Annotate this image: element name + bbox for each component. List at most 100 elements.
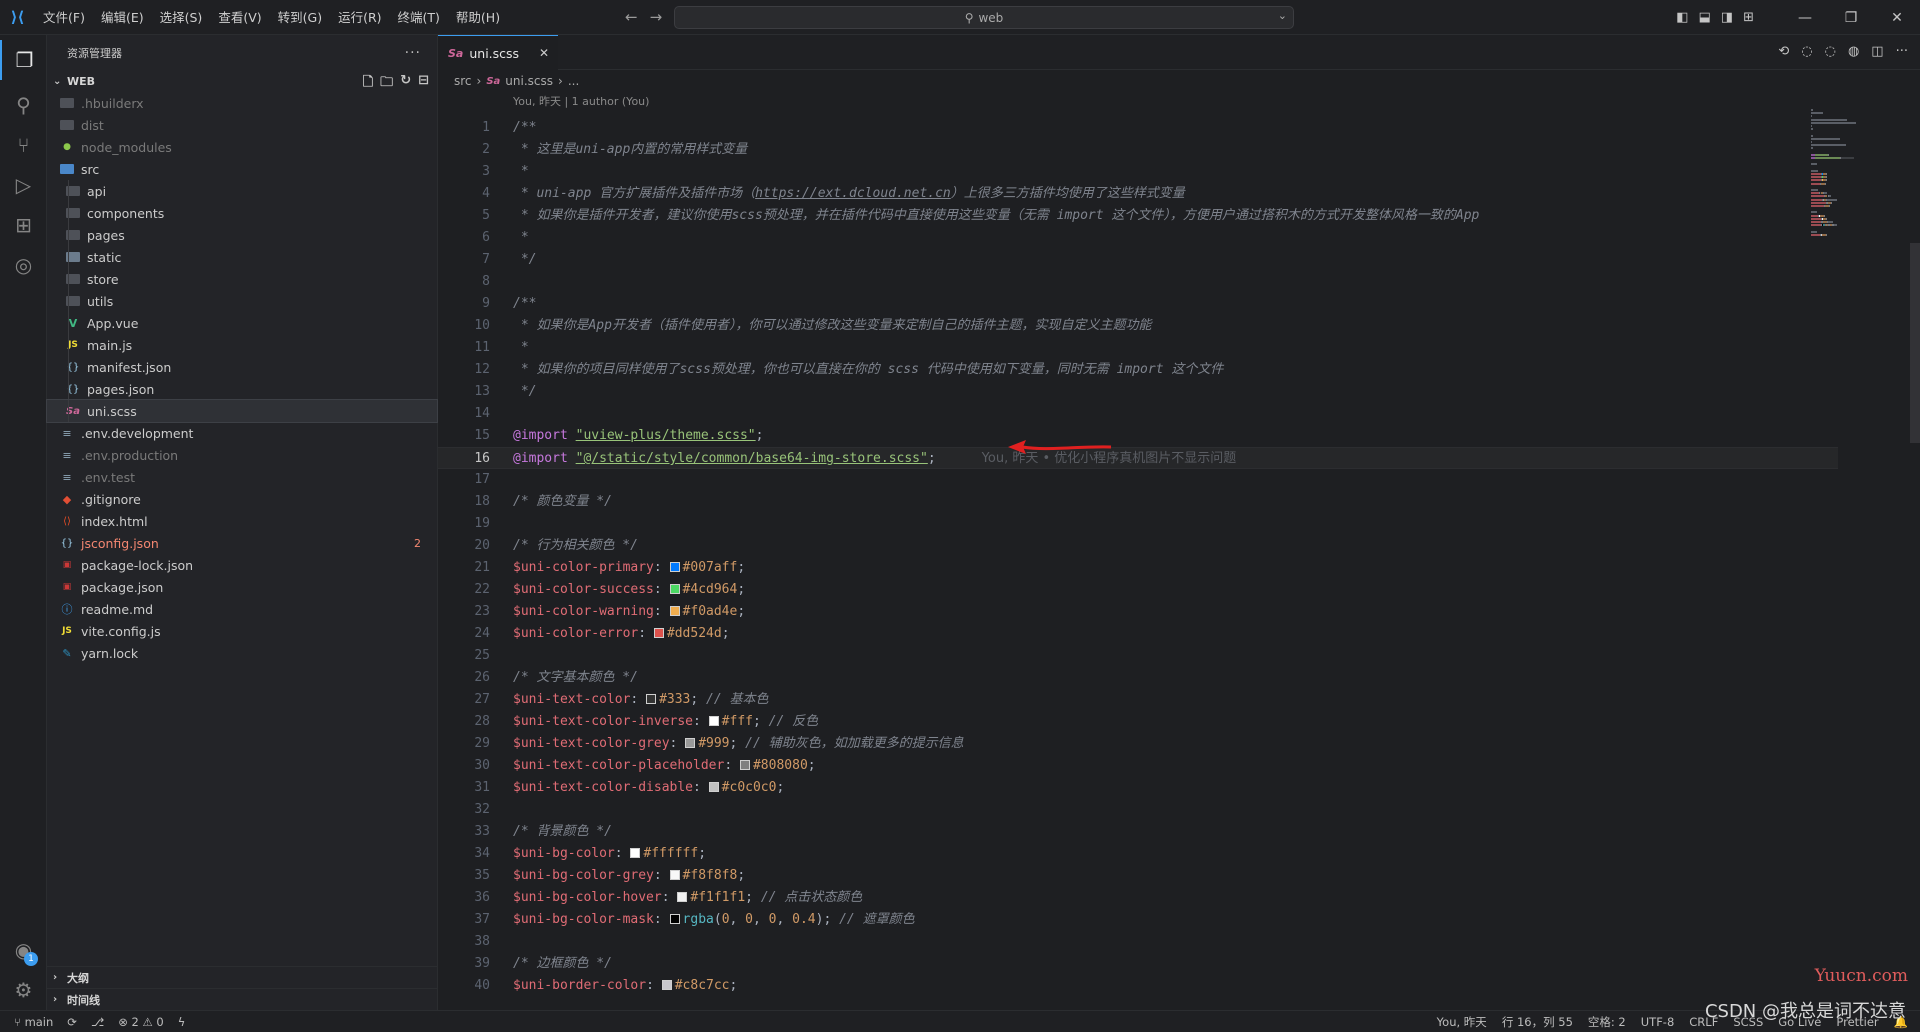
- code-line[interactable]: 38: [438, 931, 1838, 953]
- color-swatch-icon[interactable]: [739, 760, 750, 770]
- code-line[interactable]: 13 */: [438, 381, 1838, 403]
- menu-item[interactable]: 终端(T): [390, 0, 448, 35]
- color-swatch-icon[interactable]: [669, 914, 680, 924]
- tree-item[interactable]: ◆ .gitignore: [47, 488, 437, 510]
- menu-item[interactable]: 运行(R): [330, 0, 389, 35]
- tree-item[interactable]: JS main.js: [47, 334, 437, 356]
- tree-item[interactable]: ▣ package.json: [47, 576, 437, 598]
- code-line[interactable]: 20 /* 行为相关颜色 */: [438, 535, 1838, 557]
- minimap[interactable]: [1811, 93, 1906, 293]
- tree-item[interactable]: api: [47, 180, 437, 202]
- color-swatch-icon[interactable]: [669, 606, 680, 616]
- color-swatch-icon[interactable]: [630, 848, 641, 858]
- codelens-blame[interactable]: You, 昨天 | 1 author (You): [513, 92, 649, 111]
- code-line[interactable]: 16 @import "@/static/style/common/base64-…: [438, 447, 1838, 469]
- back-arrow-icon[interactable]: ←: [625, 8, 638, 26]
- scrollbar-thumb[interactable]: [1910, 243, 1920, 443]
- code-line[interactable]: 15 @import "uview-plus/theme.scss";: [438, 425, 1838, 447]
- customize-layout-icon[interactable]: ⊞: [1743, 10, 1754, 25]
- code-line[interactable]: 28 $uni-text-color-inverse: #fff; // 反色: [438, 711, 1838, 733]
- run-debug-icon[interactable]: ▷: [0, 165, 47, 205]
- menu-item[interactable]: 文件(F): [35, 0, 93, 35]
- toggle-secondary-sidebar-icon[interactable]: ◨: [1721, 10, 1733, 25]
- search-icon[interactable]: ⚲: [0, 85, 47, 125]
- tree-item[interactable]: ≡ .env.production: [47, 444, 437, 466]
- tree-item[interactable]: .hbuilderx: [47, 92, 437, 114]
- explorer-icon[interactable]: ❐: [0, 40, 47, 80]
- breadcrumb-src[interactable]: src: [454, 74, 472, 88]
- source-control-icon[interactable]: ⑂: [0, 125, 47, 165]
- accounts-icon[interactable]: ◉ 1: [0, 930, 47, 970]
- code-line[interactable]: 6 *: [438, 227, 1838, 249]
- code-line[interactable]: 40 $uni-border-color: #c8c7cc;: [438, 975, 1838, 997]
- color-swatch-icon[interactable]: [653, 628, 664, 638]
- lightning-icon[interactable]: ϟ: [178, 1015, 186, 1029]
- color-swatch-icon[interactable]: [669, 584, 680, 594]
- tree-item[interactable]: ⟨⟩ index.html: [47, 510, 437, 532]
- git-graph-icon[interactable]: ◎: [0, 245, 47, 285]
- code-line[interactable]: 17: [438, 469, 1838, 491]
- tree-item[interactable]: ▣ package-lock.json: [47, 554, 437, 576]
- breadcrumb-symbol[interactable]: ...: [568, 74, 579, 88]
- code-line[interactable]: 23 $uni-color-warning: #f0ad4e;: [438, 601, 1838, 623]
- code-line[interactable]: 9 /**: [438, 293, 1838, 315]
- minimize-button[interactable]: —: [1782, 10, 1828, 26]
- tree-item[interactable]: {} jsconfig.json 2: [47, 532, 437, 554]
- code-line[interactable]: 7 */: [438, 249, 1838, 271]
- tree-item[interactable]: Sa uni.scss: [46, 399, 438, 423]
- split-editor-icon[interactable]: ◫: [1871, 44, 1883, 59]
- color-swatch-icon[interactable]: [685, 738, 696, 748]
- restore-button[interactable]: ❐: [1828, 10, 1874, 26]
- encoding-status[interactable]: UTF-8: [1641, 1015, 1675, 1029]
- code-line[interactable]: 26 /* 文字基本颜色 */: [438, 667, 1838, 689]
- command-center[interactable]: ⚲ web ⌄: [674, 6, 1294, 29]
- next-change-icon[interactable]: ◌: [1825, 44, 1836, 59]
- code-line[interactable]: 19: [438, 513, 1838, 535]
- menu-item[interactable]: 转到(G): [270, 0, 330, 35]
- code-line[interactable]: 12 * 如果你的项目同样使用了scss预处理，你也可以直接在你的 scss 代…: [438, 359, 1838, 381]
- code-line[interactable]: 4 * uni-app 官方扩展插件及插件市场（https://ext.dclo…: [438, 183, 1838, 205]
- vertical-scrollbar[interactable]: [1908, 93, 1920, 993]
- code-line[interactable]: 32: [438, 799, 1838, 821]
- workspace-section-header[interactable]: ⌄ WEB 🗋 🗀 ↻ ⊟: [47, 70, 437, 92]
- color-swatch-icon[interactable]: [646, 694, 657, 704]
- color-swatch-icon[interactable]: [669, 562, 680, 572]
- tree-item[interactable]: utils: [47, 290, 437, 312]
- more-actions-icon[interactable]: ···: [1896, 44, 1908, 59]
- code-line[interactable]: 8: [438, 271, 1838, 293]
- more-actions-icon[interactable]: ···: [405, 45, 421, 61]
- code-line[interactable]: 1 /**: [438, 117, 1838, 139]
- tree-item[interactable]: ≡ .env.test: [47, 466, 437, 488]
- code-editor[interactable]: 1/** 2 * 这里是uni-app内置的常用样式变量 3 * 4 * uni-ap…: [438, 114, 1908, 999]
- code-line[interactable]: 37 $uni-bg-color-mask: rgba(0, 0, 0, 0.4)…: [438, 909, 1838, 931]
- cursor-position[interactable]: 行 16，列 55: [1502, 1014, 1573, 1030]
- code-line[interactable]: 3 *: [438, 161, 1838, 183]
- git-graph-status-icon[interactable]: ⎇: [91, 1015, 104, 1029]
- code-line[interactable]: 21 $uni-color-primary: #007aff;: [438, 557, 1838, 579]
- code-line[interactable]: 25: [438, 645, 1838, 667]
- tab-uni-scss[interactable]: Sa uni.scss ✕: [438, 35, 558, 70]
- git-lens-icon[interactable]: ◍: [1848, 44, 1859, 59]
- code-line[interactable]: 5 * 如果你是插件开发者，建议你使用scss预处理，并在插件代码中直接使用这些…: [438, 205, 1838, 227]
- code-line[interactable]: 2 * 这里是uni-app内置的常用样式变量: [438, 139, 1838, 161]
- menu-item[interactable]: 帮助(H): [448, 0, 508, 35]
- toggle-sidebar-icon[interactable]: ◧: [1676, 10, 1688, 25]
- color-swatch-icon[interactable]: [677, 892, 688, 902]
- breadcrumb-file[interactable]: uni.scss: [505, 74, 553, 88]
- tree-item[interactable]: src: [47, 158, 437, 180]
- menu-item[interactable]: 编辑(E): [93, 0, 152, 35]
- close-window-button[interactable]: ✕: [1874, 10, 1920, 26]
- code-line[interactable]: 27 $uni-text-color: #333; // 基本色: [438, 689, 1838, 711]
- branch-status[interactable]: ⑂ main: [14, 1015, 53, 1029]
- open-changes-icon[interactable]: ⟲: [1778, 44, 1789, 59]
- tree-item[interactable]: store: [47, 268, 437, 290]
- problems-status[interactable]: ⊗ 2 ⚠ 0: [118, 1015, 164, 1029]
- code-line[interactable]: 22 $uni-color-success: #4cd964;: [438, 579, 1838, 601]
- code-line[interactable]: 39 /* 边框颜色 */: [438, 953, 1838, 975]
- previous-change-icon[interactable]: ◌: [1801, 44, 1812, 59]
- tree-item[interactable]: ✎ yarn.lock: [47, 642, 437, 664]
- tree-item[interactable]: ● node_modules: [47, 136, 437, 158]
- code-line[interactable]: 35 $uni-bg-color-grey: #f8f8f8;: [438, 865, 1838, 887]
- tree-item[interactable]: static: [47, 246, 437, 268]
- tree-item[interactable]: {} manifest.json: [47, 356, 437, 378]
